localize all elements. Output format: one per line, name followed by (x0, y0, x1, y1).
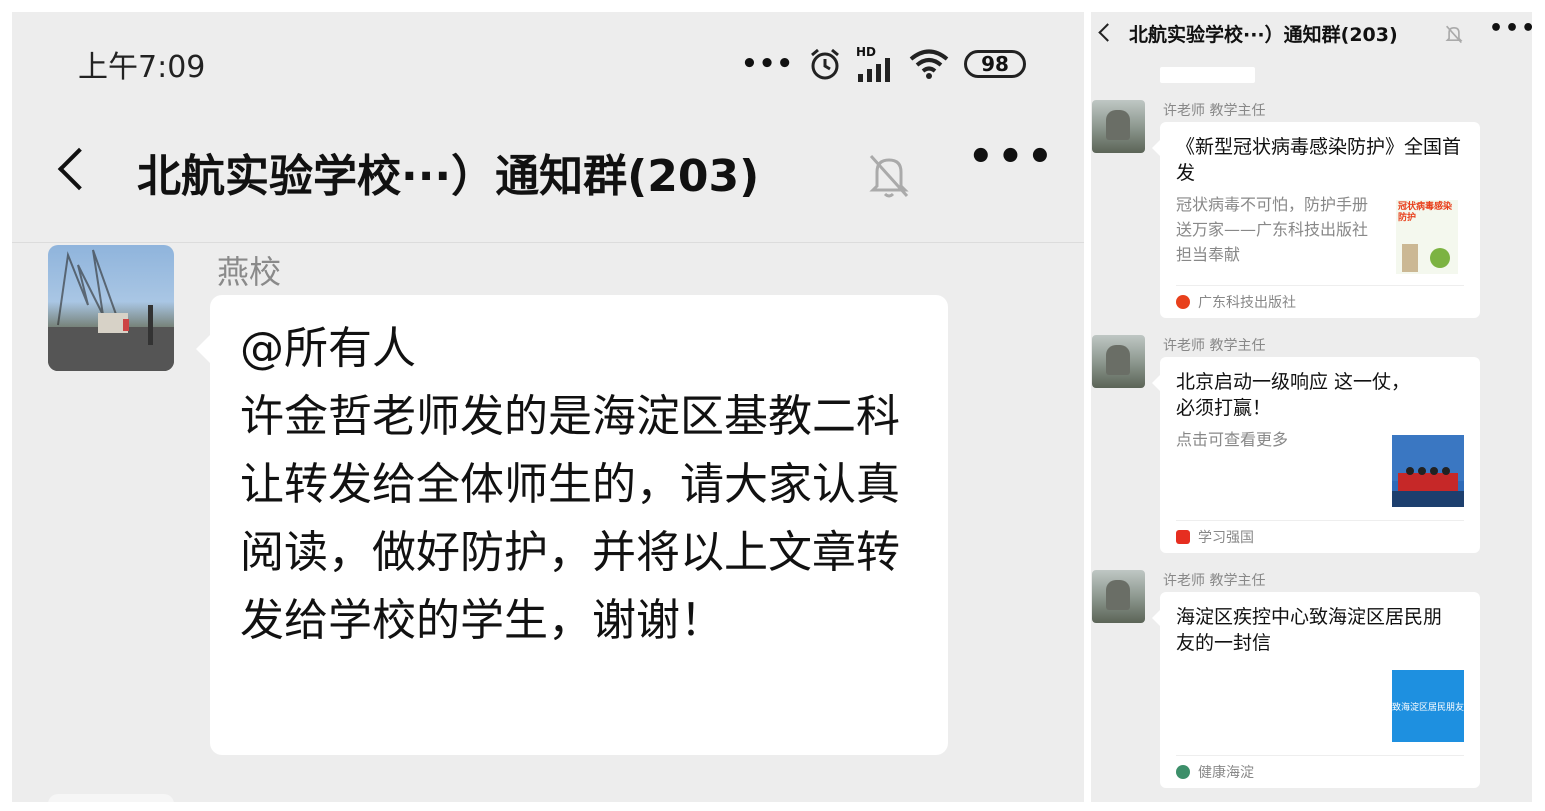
sender-name: 许老师 教学主任 (1163, 338, 1266, 354)
network-type-label: HD (856, 45, 877, 59)
back-arrow-icon[interactable] (57, 147, 101, 191)
card-description: 冠状病毒不可怕，防护手册送万家——广东科技出版社担当奉献 (1176, 195, 1369, 264)
back-arrow-icon[interactable] (1098, 23, 1117, 42)
card-title: 海淀区疾控中心致海淀区居民朋友的一封信 (1176, 606, 1443, 654)
wifi-icon (909, 49, 949, 79)
source-name: 健康海淀 (1198, 765, 1254, 781)
mute-bell-icon (1445, 25, 1463, 44)
sender-name: 燕校 (217, 253, 282, 291)
card-source: 广东科技出版社 (1176, 285, 1464, 318)
source-logo-icon (1176, 295, 1190, 309)
card-thumbnail: 冠状病毒感染防护 (1396, 200, 1458, 274)
thumbnail-text: 致海淀区居民朋友 (1392, 702, 1464, 713)
message-text: @所有人 许金哲老师发的是海淀区基教二科让转发给全体师生的，请大家认真阅读，做好… (240, 323, 900, 646)
card-source: 健康海淀 (1176, 755, 1464, 788)
avatar[interactable] (48, 245, 174, 371)
card-thumbnail: 致海淀区居民朋友 (1392, 670, 1464, 742)
status-time: 上午7:09 (78, 50, 206, 85)
source-logo-icon (1176, 530, 1190, 544)
card-title: 《新型冠状病毒感染防护》全国首发 (1176, 136, 1462, 184)
thumbnail-text: 冠状病毒感染防护 (1398, 202, 1453, 223)
next-avatar-partial (48, 794, 174, 802)
chat-title: 北航实验学校···）通知群(203) (137, 151, 760, 202)
signal-icon: HD (856, 46, 894, 82)
avatar[interactable] (1092, 100, 1145, 153)
source-logo-icon (1176, 765, 1190, 779)
chat-header: 北航实验学校···）通知群(203) ••• (1091, 12, 1532, 54)
chat-header: 北航实验学校···）通知群(203) ••• (12, 122, 1084, 243)
chat-title: 北航实验学校···）通知群(203) (1129, 24, 1398, 46)
link-card[interactable]: 海淀区疾控中心致海淀区居民朋友的一封信 致海淀区居民朋友 健康海淀 (1152, 592, 1480, 788)
battery-icon: 98 (964, 50, 1026, 78)
more-options-icon[interactable]: ••• (968, 134, 1057, 180)
link-card[interactable]: 北京启动一级响应 这一仗，必须打赢！ 点击可查看更多 学习强国 (1152, 357, 1480, 553)
more-options-icon[interactable]: ••• (1489, 16, 1532, 41)
link-card[interactable]: 《新型冠状病毒感染防护》全国首发 冠状病毒不可怕，防护手册送万家——广东科技出版… (1152, 122, 1480, 318)
card-thumbnail (1392, 435, 1464, 507)
mute-bell-icon (869, 154, 909, 198)
battery-level: 98 (981, 52, 1009, 76)
avatar[interactable] (1092, 570, 1145, 623)
message-placeholder (1160, 67, 1255, 83)
alarm-icon (811, 48, 839, 80)
sender-name: 许老师 教学主任 (1163, 103, 1266, 119)
status-icons: ••• HD 98 (741, 46, 1026, 82)
message-bubble[interactable]: @所有人 许金哲老师发的是海淀区基教二科让转发给全体师生的，请大家认真阅读，做好… (196, 295, 948, 755)
chat-screen-zoomed: 上午7:09 ••• HD 98 北航实验学校···）通知群(203) ••• … (12, 12, 1084, 802)
source-name: 学习强国 (1198, 530, 1254, 546)
status-bar: 上午7:09 ••• HD 98 (12, 12, 1084, 112)
notification-dots-icon: ••• (741, 49, 794, 79)
card-source: 学习强国 (1176, 520, 1464, 553)
avatar[interactable] (1092, 335, 1145, 388)
source-name: 广东科技出版社 (1198, 295, 1296, 311)
chat-screen-full: 北航实验学校···）通知群(203) ••• 许老师 教学主任 《新型冠状病毒感… (1091, 12, 1532, 802)
sender-name: 许老师 教学主任 (1163, 573, 1266, 589)
card-title: 北京启动一级响应 这一仗，必须打赢！ (1176, 371, 1411, 419)
